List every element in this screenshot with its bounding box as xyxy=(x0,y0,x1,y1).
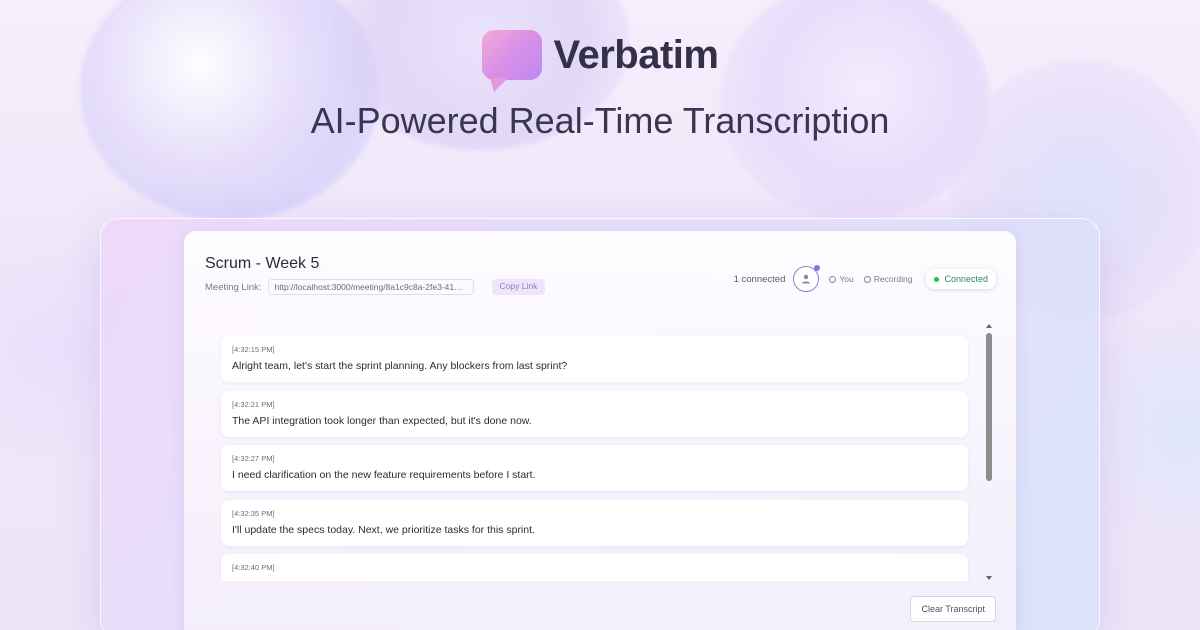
brand-header: Verbatim xyxy=(0,30,1200,92)
meeting-title: Scrum - Week 5 xyxy=(205,255,320,272)
transcript-entry: [4:32:27 PM] I need clarification on the… xyxy=(221,445,968,491)
arrow-down-icon[interactable] xyxy=(986,576,992,580)
avatar[interactable] xyxy=(793,265,821,292)
entry-text: I need clarification on the new feature … xyxy=(232,469,536,481)
meeting-panel: Scrum - Week 5 Meeting Link: http://loca… xyxy=(184,231,1016,630)
brand-name: Verbatim xyxy=(553,32,719,77)
legend-you-label: You xyxy=(839,274,854,284)
ring-icon xyxy=(829,275,837,283)
transcript-entry: [4:32:35 PM] I'll update the specs today… xyxy=(221,500,968,546)
legend-recording-label: Recording xyxy=(873,274,913,284)
tagline: AI-Powered Real-Time Transcription xyxy=(310,100,890,141)
meeting-link-row: Meeting Link: http://localhost:3000/meet… xyxy=(205,279,546,295)
avatar-status-dot xyxy=(814,265,821,271)
entry-timestamp: [4:32:35 PM] xyxy=(232,509,275,518)
transcript-entry: [4:32:40 PM] xyxy=(221,554,968,581)
meeting-link-label: Meeting Link: xyxy=(205,281,262,293)
entry-timestamp: [4:32:27 PM] xyxy=(232,454,275,463)
transcript-entry: [4:32:21 PM] The API integration took lo… xyxy=(221,391,968,437)
entry-timestamp: [4:32:21 PM] xyxy=(232,400,275,409)
connection-status-badge: Connected xyxy=(926,269,996,289)
connection-status-label: Connected xyxy=(944,274,988,284)
connected-count: 1 connected xyxy=(733,273,786,285)
arrow-up-icon[interactable] xyxy=(986,324,992,328)
entry-timestamp: [4:32:15 PM] xyxy=(232,345,275,354)
transcript-list[interactable]: [4:32:15 PM] Alright team, let's start t… xyxy=(204,329,974,581)
clear-transcript-button[interactable]: Clear Transcript xyxy=(910,596,996,622)
status-dot-icon xyxy=(934,276,940,282)
copy-link-button[interactable]: Copy Link xyxy=(491,279,546,295)
chat-bubble-icon xyxy=(481,30,542,92)
entry-text: The API integration took longer than exp… xyxy=(232,415,532,427)
user-icon xyxy=(802,274,811,284)
transcript-scrollbar[interactable] xyxy=(986,324,992,580)
entry-text: I'll update the specs today. Next, we pr… xyxy=(232,524,535,536)
ring-icon xyxy=(863,275,871,283)
transcript-entry: [4:32:15 PM] Alright team, let's start t… xyxy=(221,336,968,382)
meeting-link-field[interactable]: http://localhost:3000/meeting/8a1c9c8a-2… xyxy=(267,279,474,295)
entry-timestamp: [4:32:40 PM] xyxy=(232,563,275,572)
legend-recording: Recording xyxy=(863,274,913,284)
legend-you: You xyxy=(829,274,854,284)
status-bar: 1 connected You Recording Connected xyxy=(733,265,996,292)
entry-text: Alright team, let's start the sprint pla… xyxy=(232,360,568,372)
scrollbar-thumb[interactable] xyxy=(986,333,992,481)
